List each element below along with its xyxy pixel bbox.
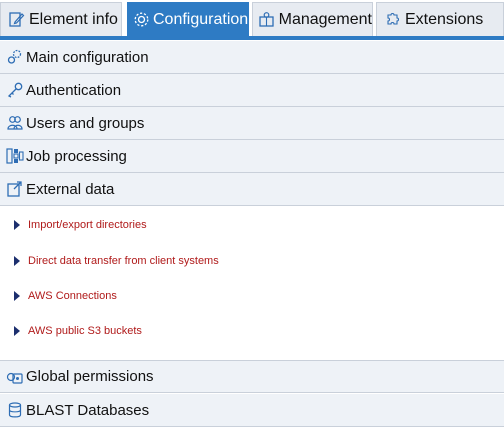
- tab-label: Management: [278, 10, 372, 28]
- management-icon: [258, 10, 276, 30]
- section-label: Main configuration: [26, 48, 149, 66]
- triangle-right-icon: [14, 256, 20, 266]
- list-item-direct-data-transfer[interactable]: Direct data transfer from client systems: [14, 251, 219, 271]
- list-item-label: AWS Connections: [28, 290, 117, 302]
- tab-management[interactable]: Management: [252, 2, 373, 36]
- list-item-label: AWS public S3 buckets: [28, 325, 142, 337]
- section-global-permissions[interactable]: Global permissions: [0, 360, 504, 393]
- list-item-aws-public-s3-buckets[interactable]: AWS public S3 buckets: [14, 321, 142, 341]
- edit-document-icon: [6, 10, 26, 30]
- global-permissions-icon: [6, 368, 24, 386]
- section-label: BLAST Databases: [26, 401, 150, 419]
- section-label: Authentication: [26, 81, 122, 99]
- key-icon: [6, 81, 24, 99]
- tab-element-info[interactable]: Element info: [0, 2, 122, 36]
- section-authentication[interactable]: Authentication: [0, 74, 504, 107]
- list-item-aws-connections[interactable]: AWS Connections: [14, 286, 117, 306]
- list-item-label: Import/export directories: [28, 219, 147, 231]
- triangle-right-icon: [14, 326, 20, 336]
- external-data-icon: [6, 180, 24, 198]
- triangle-right-icon: [14, 291, 20, 301]
- section-label: Users and groups: [26, 114, 145, 132]
- tab-underline: [0, 36, 504, 40]
- list-item-import-export-directories[interactable]: Import/export directories: [14, 215, 147, 235]
- section-label: Job processing: [26, 147, 127, 165]
- section-blast-databases[interactable]: BLAST Databases: [0, 394, 504, 427]
- tab-label: Configuration: [153, 10, 249, 28]
- gear-icon: [133, 10, 150, 30]
- section-users-and-groups[interactable]: Users and groups: [0, 107, 504, 140]
- triangle-right-icon: [14, 220, 20, 230]
- tab-label: Extensions: [405, 10, 484, 28]
- tab-bar: Element info Configuration Management Ex…: [0, 0, 504, 40]
- list-item-label: Direct data transfer from client systems: [28, 255, 219, 267]
- tab-configuration[interactable]: Configuration: [127, 2, 249, 36]
- users-icon: [6, 114, 24, 132]
- gears-icon: [6, 48, 24, 66]
- job-processing-icon: [6, 147, 24, 165]
- section-job-processing[interactable]: Job processing: [0, 140, 504, 173]
- tab-label: Element info: [29, 10, 118, 28]
- database-icon: [6, 401, 24, 419]
- section-label: External data: [26, 180, 115, 198]
- section-main-configuration[interactable]: Main configuration: [0, 41, 504, 74]
- puzzle-icon: [382, 10, 402, 30]
- section-external-data[interactable]: External data: [0, 173, 504, 206]
- tab-extensions[interactable]: Extensions: [376, 2, 504, 36]
- section-label: Global permissions: [26, 368, 154, 385]
